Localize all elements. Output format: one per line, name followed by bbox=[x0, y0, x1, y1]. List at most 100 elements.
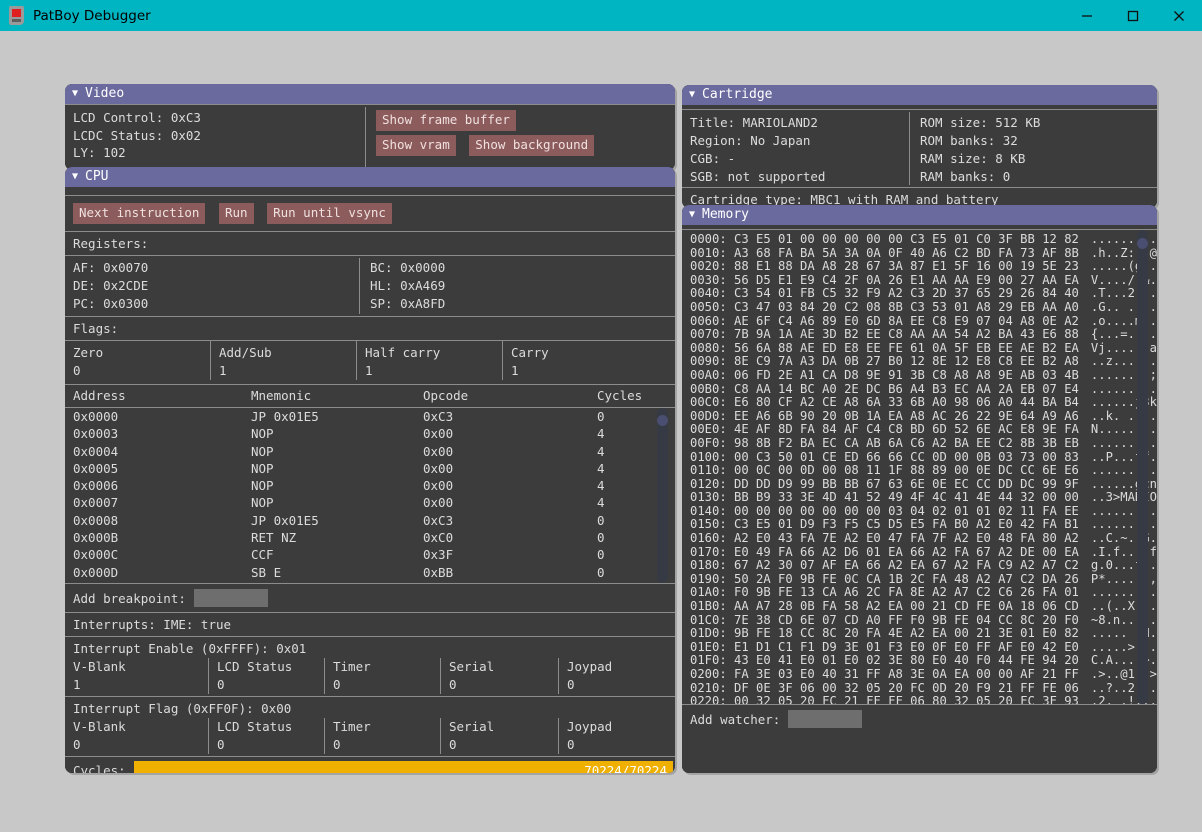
disasm-cell-address: 0x0005 bbox=[73, 460, 119, 476]
run-button[interactable]: Run bbox=[218, 203, 254, 224]
table-row[interactable]: 0x0004 NOP 0x00 4 bbox=[73, 443, 675, 460]
table-row[interactable]: 0x0008 JP 0x01E5 0xC3 0 bbox=[73, 512, 675, 529]
interrupt-flag-label: Interrupt Flag (0xFF0F): 0x00 bbox=[73, 701, 292, 716]
disasm-cell-cycles: 4 bbox=[597, 460, 605, 476]
memory-hex-row: 0120: DD DD D9 99 BB BB 67 63 6E 0E EC C… bbox=[690, 476, 1079, 491]
run-until-vsync-button[interactable]: Run until vsync bbox=[267, 203, 392, 224]
minimize-button[interactable] bbox=[1064, 0, 1110, 31]
table-row[interactable]: 0x000B RET NZ 0xC0 0 bbox=[73, 529, 675, 546]
disasm-cell-opcode: 0x00 bbox=[423, 460, 454, 476]
next-instruction-button[interactable]: Next instruction bbox=[73, 203, 206, 224]
breakpoint-input[interactable] bbox=[193, 589, 268, 607]
register-sp: SP: 0xA8FD bbox=[370, 296, 446, 311]
table-row[interactable]: 0x0007 NOP 0x00 4 bbox=[73, 494, 675, 511]
cartridge-ramsize-line: RAM size: 8 KB bbox=[920, 151, 1026, 166]
show-frame-buffer-button[interactable]: Show frame buffer bbox=[376, 110, 516, 131]
memory-hex-row: 0090: 8E C9 7A A3 DA 0B 27 B0 12 8E 12 E… bbox=[690, 354, 1079, 369]
flag-addsub-value: 1 bbox=[219, 363, 227, 378]
table-row[interactable]: 0x0005 NOP 0x00 4 bbox=[73, 460, 675, 477]
memory-hex-row: 0100: 00 C3 50 01 CE ED 66 66 CC 0D 00 0… bbox=[690, 449, 1079, 464]
disasm-list[interactable]: 0x0000 JP 0x01E5 0xC3 0 0x0003 NOP 0x00 4 0x0004… bbox=[65, 408, 675, 583]
chevron-down-icon[interactable]: ▼ bbox=[689, 90, 695, 100]
memory-hex-row: 0060: AE 6F C4 A6 89 E0 6D 8A EE C8 E9 0… bbox=[690, 313, 1079, 328]
interrupt-enable-grid: V-Blank 1 LCD Status 0 Timer 0 Serial 0 bbox=[65, 658, 675, 696]
video-registers: LCD Control: 0xC3 LCDC Status: 0x02 LY: … bbox=[65, 105, 365, 169]
flag-zero-value: 0 bbox=[73, 363, 81, 378]
flag-halfcarry-label: Half carry bbox=[365, 345, 441, 360]
panel-cpu-title: CPU bbox=[85, 169, 109, 184]
memory-hex-row: 0140: 00 00 00 00 00 00 00 03 04 02 01 0… bbox=[690, 503, 1079, 518]
cpu-controls: Next instruction Run Run until vsync bbox=[65, 196, 675, 231]
flag-addsub-label: Add/Sub bbox=[219, 345, 272, 360]
ie-serial-label: Serial bbox=[449, 659, 495, 674]
memory-scrollbar-track[interactable] bbox=[1137, 230, 1148, 704]
memory-hex-row: 01E0: E1 D1 C1 F1 D9 3E 01 F3 E0 0F E0 F… bbox=[690, 639, 1079, 654]
disasm-cell-mnemonic: NOP bbox=[251, 460, 274, 476]
disasm-scrollbar-track[interactable] bbox=[657, 408, 668, 583]
memory-hex-row: 01F0: 43 E0 41 E0 01 E0 02 3E 80 E0 40 F… bbox=[690, 653, 1079, 668]
disasm-cell-cycles: 0 bbox=[597, 512, 605, 528]
disasm-cell-address: 0x0000 bbox=[73, 409, 119, 424]
video-line-2: LY: 102 bbox=[73, 145, 126, 160]
disasm-cell-mnemonic: JP 0x01E5 bbox=[251, 409, 319, 424]
if-serial-value: 0 bbox=[449, 737, 457, 752]
watcher-label: Add watcher: bbox=[690, 711, 781, 727]
memory-hex-row: 0080: 56 6A 88 AE ED E8 EE FE 61 0A 5F E… bbox=[690, 340, 1079, 355]
disasm-header-row: Address Mnemonic Opcode Cycles bbox=[65, 385, 675, 407]
cartridge-region-line: Region: No Japan bbox=[690, 133, 811, 148]
memory-hex-row: 0110: 00 0C 00 0D 00 08 11 1F 88 89 00 0… bbox=[690, 463, 1079, 478]
ie-lcdstatus-value: 0 bbox=[217, 677, 225, 692]
memory-hexdump[interactable]: 0000: C3 E5 01 00 00 00 00 00 C3 E5 01 C… bbox=[682, 230, 1157, 704]
ie-vblank-value: 1 bbox=[73, 677, 81, 692]
panel-memory-header[interactable]: ▼ Memory bbox=[682, 205, 1157, 225]
table-row[interactable]: 0x0003 NOP 0x00 4 bbox=[73, 425, 675, 442]
table-row[interactable]: 0x000C CCF 0x3F 0 bbox=[73, 546, 675, 563]
gameboy-icon bbox=[9, 6, 24, 25]
cartridge-cgb-line: CGB: - bbox=[690, 151, 736, 166]
show-background-button[interactable]: Show background bbox=[469, 135, 595, 156]
table-row[interactable]: 0x000D SB E 0xBB 0 bbox=[73, 564, 675, 581]
panel-cartridge-title: Cartridge bbox=[702, 87, 773, 102]
cartridge-romsize-line: ROM size: 512 KB bbox=[920, 115, 1041, 130]
register-de: DE: 0x2CDE bbox=[73, 278, 149, 293]
cycles-row: Cycles: 70224/70224 bbox=[65, 757, 675, 773]
memory-hex-row: 0030: 56 D5 E1 E9 C4 2F 0A 26 E1 AA AA E… bbox=[690, 272, 1079, 287]
ie-timer-label: Timer bbox=[333, 659, 371, 674]
memory-hex-row: 0200: FA 3E 03 E0 40 31 FF A8 3E 0A EA 0… bbox=[690, 667, 1079, 681]
ie-timer-value: 0 bbox=[333, 677, 341, 692]
show-vram-button[interactable]: Show vram bbox=[376, 135, 456, 156]
panel-cartridge: ▼ Cartridge Title: MARIOLAND2 Region: No… bbox=[682, 85, 1157, 208]
disasm-cell-address: 0x0004 bbox=[73, 443, 119, 459]
memory-hex-row: 0160: A2 E0 43 FA 7E A2 E0 47 FA 7F A2 E… bbox=[690, 531, 1079, 546]
memory-hex-row: 0220: 00 32 05 20 FC 21 FF FF 06 80 32 0… bbox=[690, 694, 1079, 704]
memory-scrollbar-thumb[interactable] bbox=[1137, 238, 1148, 249]
panel-video-header[interactable]: ▼ Video bbox=[65, 84, 675, 104]
if-lcdstatus-value: 0 bbox=[217, 737, 225, 752]
disasm-cell-opcode: 0x3F bbox=[423, 547, 454, 563]
chevron-down-icon[interactable]: ▼ bbox=[689, 210, 695, 220]
panel-cpu-header[interactable]: ▼ CPU bbox=[65, 167, 675, 187]
memory-hex-row: 01C0: 7E 38 CD 6E 07 CD A0 FF F0 9B FE 0… bbox=[690, 612, 1079, 627]
close-button[interactable] bbox=[1156, 0, 1202, 31]
cartridge-rombanks-line: ROM banks: 32 bbox=[920, 133, 1018, 148]
memory-hex-row: 0130: BB B9 33 3E 4D 41 52 49 4F 4C 41 4… bbox=[690, 490, 1079, 505]
disasm-cell-address: 0x0008 bbox=[73, 512, 119, 528]
panel-video-title: Video bbox=[85, 86, 125, 101]
panel-cartridge-header[interactable]: ▼ Cartridge bbox=[682, 85, 1157, 105]
disasm-scrollbar-thumb[interactable] bbox=[657, 415, 668, 426]
memory-hex-row: 00D0: EE A6 6B 90 20 0B 1A EA A8 AC 26 2… bbox=[690, 408, 1079, 423]
video-line-1: LCDC Status: 0x02 bbox=[73, 127, 201, 143]
memory-hex-row: 0170: E0 49 FA 66 A2 D6 01 EA 66 A2 FA 6… bbox=[690, 544, 1079, 559]
memory-hex-row: 00C0: E6 80 CF A2 CE A8 6A 33 6B A0 98 0… bbox=[690, 395, 1079, 410]
chevron-down-icon[interactable]: ▼ bbox=[72, 172, 78, 182]
watcher-input[interactable] bbox=[788, 710, 863, 728]
chevron-down-icon[interactable]: ▼ bbox=[72, 89, 78, 99]
register-pc: PC: 0x0300 bbox=[73, 296, 149, 311]
video-line-0: LCD Control: 0xC3 bbox=[73, 110, 201, 125]
table-row[interactable]: 0x0000 JP 0x01E5 0xC3 0 bbox=[73, 408, 675, 425]
table-row[interactable]: 0x0006 NOP 0x00 4 bbox=[73, 477, 675, 494]
video-buttons: Show frame buffer Show vram Show backgro… bbox=[366, 105, 595, 169]
disasm-cell-address: 0x0003 bbox=[73, 426, 119, 442]
maximize-button[interactable] bbox=[1110, 0, 1156, 31]
memory-hex-row: 01A0: F0 9B FE 13 CA A6 2C FA 8E A2 A7 C… bbox=[690, 585, 1079, 600]
